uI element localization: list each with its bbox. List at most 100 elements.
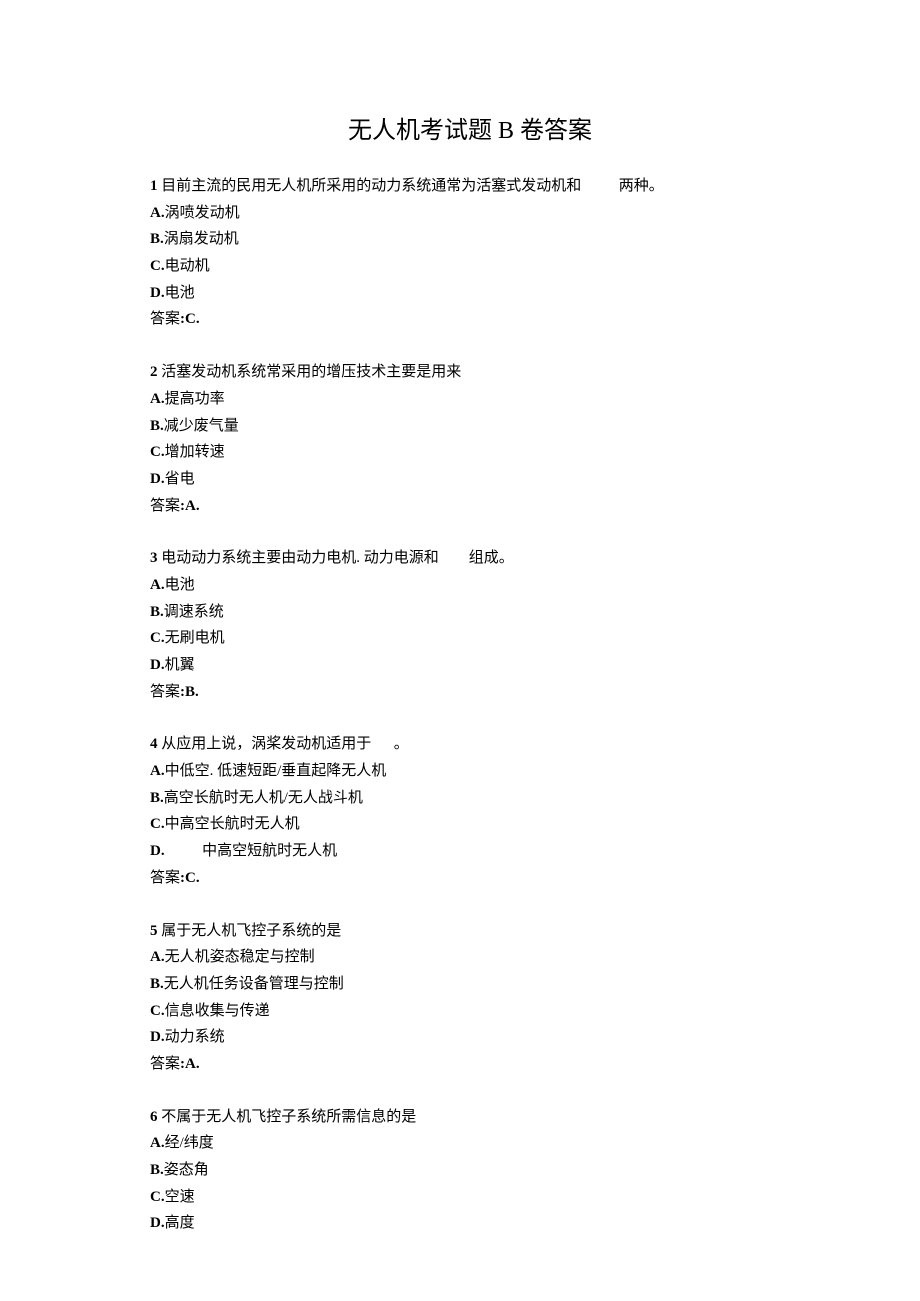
option-line: B.姿态角 <box>150 1157 790 1184</box>
option-text: 姿态角 <box>164 1162 209 1178</box>
option-text: 无刷电机 <box>165 630 225 646</box>
option-text: 中低空. 低速短距/垂直起降无人机 <box>165 763 387 779</box>
option-line: B.高空长航时无人机/无人战斗机 <box>150 785 790 812</box>
question-block: 5 属于无人机飞控子系统的是A.无人机姿态稳定与控制B.无人机任务设备管理与控制… <box>150 918 790 1078</box>
question-block: 3 电动动力系统主要由动力电机. 动力电源和 组成。A.电池B.调速系统C.无刷… <box>150 545 790 705</box>
question-text: 电动动力系统主要由动力电机. 动力电源和 <box>161 550 439 566</box>
option-label: D. <box>150 471 165 487</box>
option-text: 空速 <box>165 1189 195 1205</box>
question-number: 5 <box>150 923 158 939</box>
option-text: 无人机任务设备管理与控制 <box>164 976 344 992</box>
option-line: A.经/纬度 <box>150 1130 790 1157</box>
answer-line: 答案:A. <box>150 493 790 520</box>
question-text: 从应用上说，涡桨发动机适用于 <box>161 736 371 752</box>
answer-value: :A. <box>180 1056 200 1072</box>
option-label: C. <box>150 444 165 460</box>
option-line: C.信息收集与传递 <box>150 998 790 1025</box>
option-label: C. <box>150 1003 165 1019</box>
question-text: 属于无人机飞控子系统的是 <box>161 923 341 939</box>
option-text: 高空长航时无人机/无人战斗机 <box>164 790 363 806</box>
answer-label: 答案 <box>150 684 180 700</box>
blank-gap <box>439 550 469 566</box>
option-line: A.涡喷发动机 <box>150 200 790 227</box>
questions-container: 1 目前主流的民用无人机所采用的动力系统通常为活塞式发动机和 两种。A.涡喷发动… <box>150 173 790 1237</box>
option-label: D. <box>150 843 165 859</box>
option-text: 高度 <box>165 1215 195 1231</box>
option-text: 电池 <box>165 577 195 593</box>
option-label: A. <box>150 205 165 221</box>
answer-value: :C. <box>180 311 200 327</box>
option-line: A.电池 <box>150 572 790 599</box>
question-text: 目前主流的民用无人机所采用的动力系统通常为活塞式发动机和 <box>161 178 581 194</box>
option-line: D. 中高空短航时无人机 <box>150 838 790 865</box>
page-title: 无人机考试题 B 卷答案 <box>150 110 790 145</box>
answer-line: 答案:C. <box>150 306 790 333</box>
option-line: D.电池 <box>150 280 790 307</box>
option-label: B. <box>150 231 164 247</box>
option-text: 电动机 <box>165 258 210 274</box>
option-line: A.无人机姿态稳定与控制 <box>150 944 790 971</box>
question-text: 不属于无人机飞控子系统所需信息的是 <box>161 1109 416 1125</box>
answer-label: 答案 <box>150 870 180 886</box>
option-line: C.中高空长航时无人机 <box>150 811 790 838</box>
blank-gap <box>581 178 619 194</box>
question-stem: 6 不属于无人机飞控子系统所需信息的是 <box>150 1104 790 1131</box>
option-label: A. <box>150 577 165 593</box>
answer-line: 答案:A. <box>150 1051 790 1078</box>
option-label: A. <box>150 391 165 407</box>
option-text: 提高功率 <box>165 391 225 407</box>
question-number: 1 <box>150 178 158 194</box>
answer-label: 答案 <box>150 1056 180 1072</box>
option-text: 增加转速 <box>165 444 225 460</box>
option-text: 涡喷发动机 <box>165 205 240 221</box>
option-line: C.无刷电机 <box>150 625 790 652</box>
question-number: 6 <box>150 1109 158 1125</box>
option-label: A. <box>150 763 165 779</box>
blank-gap <box>371 736 394 752</box>
question-stem: 4 从应用上说，涡桨发动机适用于 。 <box>150 731 790 758</box>
option-line: D.机翼 <box>150 652 790 679</box>
question-block: 4 从应用上说，涡桨发动机适用于 。 A.中低空. 低速短距/垂直起降无人机 B.高… <box>150 731 790 891</box>
question-text-tail: 组成。 <box>469 550 514 566</box>
answer-label: 答案 <box>150 311 180 327</box>
question-number: 3 <box>150 550 158 566</box>
question-stem: 2 活塞发动机系统常采用的增压技术主要是用来 <box>150 359 790 386</box>
answer-value: :C. <box>180 870 200 886</box>
option-label: C. <box>150 258 165 274</box>
option-text: 电池 <box>165 285 195 301</box>
option-line: B.无人机任务设备管理与控制 <box>150 971 790 998</box>
option-line: C.增加转速 <box>150 439 790 466</box>
option-text: 减少废气量 <box>164 418 239 434</box>
option-text: 中高空长航时无人机 <box>165 816 300 832</box>
option-label: A. <box>150 949 165 965</box>
question-block: 2 活塞发动机系统常采用的增压技术主要是用来A.提高功率B.减少废气量C.增加转… <box>150 359 790 519</box>
option-line: D.高度 <box>150 1210 790 1237</box>
question-text: 活塞发动机系统常采用的增压技术主要是用来 <box>161 364 461 380</box>
option-text: 无人机姿态稳定与控制 <box>165 949 315 965</box>
option-line: A.提高功率 <box>150 386 790 413</box>
answer-line: 答案:C. <box>150 865 790 892</box>
option-text: 机翼 <box>165 657 195 673</box>
option-text: 省电 <box>165 471 195 487</box>
option-label: C. <box>150 1189 165 1205</box>
option-label: B. <box>150 976 164 992</box>
question-stem: 5 属于无人机飞控子系统的是 <box>150 918 790 945</box>
question-stem: 1 目前主流的民用无人机所采用的动力系统通常为活塞式发动机和 两种。 <box>150 173 790 200</box>
option-line: D.动力系统 <box>150 1024 790 1051</box>
option-line: B.减少废气量 <box>150 413 790 440</box>
answer-value: :A. <box>180 498 200 514</box>
option-label: D. <box>150 1215 165 1231</box>
answer-value: :B. <box>180 684 199 700</box>
option-text: 信息收集与传递 <box>165 1003 270 1019</box>
answer-line: 答案:B. <box>150 679 790 706</box>
option-line: D.省电 <box>150 466 790 493</box>
document-page: 无人机考试题 B 卷答案 1 目前主流的民用无人机所采用的动力系统通常为活塞式发… <box>0 0 920 1237</box>
question-text-tail: 。 <box>394 736 409 752</box>
answer-label: 答案 <box>150 498 180 514</box>
question-text-tail: 两种。 <box>619 178 664 194</box>
option-text: 中高空短航时无人机 <box>165 843 338 859</box>
option-line: C.电动机 <box>150 253 790 280</box>
option-label: D. <box>150 285 165 301</box>
option-label: C. <box>150 630 165 646</box>
option-label: A. <box>150 1135 165 1151</box>
